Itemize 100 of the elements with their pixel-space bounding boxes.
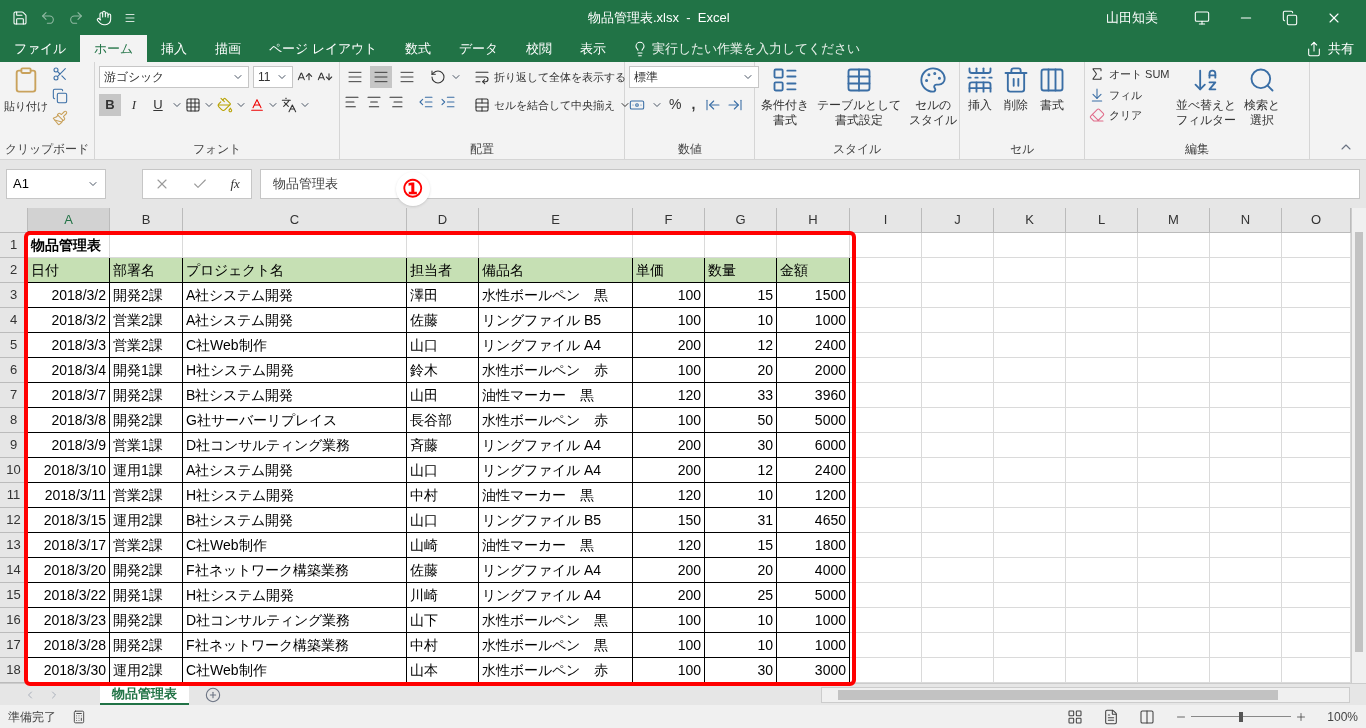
- sheet-tab[interactable]: 物品管理表: [100, 684, 189, 705]
- bold-button[interactable]: B: [99, 94, 121, 116]
- empty-cell[interactable]: [994, 308, 1066, 333]
- borders-icon[interactable]: [185, 97, 201, 113]
- cut-icon[interactable]: [52, 66, 68, 82]
- customize-toolbar-icon[interactable]: [124, 11, 136, 24]
- empty-cell[interactable]: [1066, 258, 1138, 283]
- empty-cell[interactable]: [1210, 508, 1282, 533]
- empty-cell[interactable]: [922, 483, 994, 508]
- insert-function-button[interactable]: fx: [230, 174, 240, 194]
- empty-cell[interactable]: [922, 433, 994, 458]
- empty-cell[interactable]: [994, 383, 1066, 408]
- empty-cell[interactable]: [1066, 333, 1138, 358]
- column-header[interactable]: F: [633, 208, 705, 233]
- empty-cell[interactable]: [922, 533, 994, 558]
- empty-cell[interactable]: [1066, 608, 1138, 633]
- empty-cell[interactable]: [1138, 383, 1210, 408]
- empty-cell[interactable]: [850, 458, 922, 483]
- share-button[interactable]: 共有: [1306, 35, 1354, 62]
- empty-cell[interactable]: [1210, 383, 1282, 408]
- align-center-icon[interactable]: [366, 94, 382, 110]
- empty-cell[interactable]: [1138, 308, 1210, 333]
- format-painter-icon[interactable]: [52, 110, 68, 126]
- empty-cell[interactable]: [994, 408, 1066, 433]
- column-header[interactable]: N: [1210, 208, 1282, 233]
- empty-cell[interactable]: [850, 558, 922, 583]
- empty-cell[interactable]: [1210, 233, 1282, 258]
- empty-cell[interactable]: [1066, 533, 1138, 558]
- empty-cell[interactable]: [850, 583, 922, 608]
- empty-cell[interactable]: [1138, 408, 1210, 433]
- cell-styles-button[interactable]: セルの スタイル: [907, 66, 959, 128]
- fill-button[interactable]: フィル: [1089, 86, 1170, 103]
- column-header[interactable]: C: [183, 208, 407, 233]
- phonetic-icon[interactable]: [281, 97, 297, 113]
- horizontal-scrollbar[interactable]: [821, 686, 1350, 703]
- format-button[interactable]: 書式: [1036, 66, 1068, 113]
- indent-decrease-icon[interactable]: [418, 94, 434, 110]
- autosum-button[interactable]: オート SUM: [1089, 66, 1170, 83]
- empty-cell[interactable]: [1138, 333, 1210, 358]
- sort-filter-button[interactable]: 並べ替えと フィルター: [1173, 66, 1238, 128]
- empty-cell[interactable]: [994, 458, 1066, 483]
- empty-cell[interactable]: [994, 283, 1066, 308]
- comma-button[interactable]: ,: [687, 94, 700, 115]
- empty-cell[interactable]: [1210, 433, 1282, 458]
- empty-cell[interactable]: [1066, 633, 1138, 658]
- macro-record-icon[interactable]: [72, 709, 86, 724]
- empty-cell[interactable]: [922, 408, 994, 433]
- empty-cell[interactable]: [1210, 558, 1282, 583]
- user-name[interactable]: 山田知美: [1106, 7, 1158, 28]
- empty-cell[interactable]: [922, 308, 994, 333]
- empty-cell[interactable]: [1210, 258, 1282, 283]
- column-header[interactable]: H: [777, 208, 850, 233]
- empty-cell[interactable]: [1210, 483, 1282, 508]
- align-left-icon[interactable]: [344, 94, 360, 110]
- empty-cell[interactable]: [1066, 458, 1138, 483]
- merge-center-button[interactable]: セルを結合して中央揃え: [474, 94, 631, 116]
- empty-cell[interactable]: [1066, 233, 1138, 258]
- percent-button[interactable]: %: [669, 94, 682, 115]
- empty-cell[interactable]: [1138, 483, 1210, 508]
- empty-cell[interactable]: [1066, 508, 1138, 533]
- italic-button[interactable]: I: [123, 94, 145, 116]
- empty-cell[interactable]: [994, 333, 1066, 358]
- zoom-slider[interactable]: [1191, 711, 1292, 722]
- empty-cell[interactable]: [1210, 583, 1282, 608]
- empty-cell[interactable]: [994, 483, 1066, 508]
- empty-cell[interactable]: [1210, 608, 1282, 633]
- normal-view-icon[interactable]: [1067, 708, 1084, 725]
- column-header[interactable]: L: [1066, 208, 1138, 233]
- empty-cell[interactable]: [1066, 308, 1138, 333]
- ribbon-tab[interactable]: ファイル: [0, 35, 80, 62]
- empty-cell[interactable]: [1066, 383, 1138, 408]
- column-header[interactable]: D: [407, 208, 479, 233]
- empty-cell[interactable]: [850, 433, 922, 458]
- align-right-icon[interactable]: [388, 94, 404, 110]
- page-break-icon[interactable]: [1139, 708, 1156, 725]
- name-box[interactable]: A1: [6, 169, 106, 199]
- ribbon-tab[interactable]: 校閲: [511, 35, 566, 62]
- ribbon-display-icon[interactable]: [1194, 9, 1210, 26]
- empty-cell[interactable]: [994, 233, 1066, 258]
- empty-cell[interactable]: [922, 458, 994, 483]
- empty-cell[interactable]: [1066, 358, 1138, 383]
- vertical-align-button[interactable]: [370, 66, 392, 88]
- empty-cell[interactable]: [1138, 433, 1210, 458]
- ribbon-tab[interactable]: 描画: [201, 35, 255, 62]
- column-header[interactable]: E: [479, 208, 633, 233]
- delete-button[interactable]: 削除: [1000, 66, 1032, 113]
- empty-cell[interactable]: [922, 233, 994, 258]
- empty-cell[interactable]: [1138, 233, 1210, 258]
- ribbon-tab[interactable]: ホーム: [80, 35, 147, 62]
- add-sheet-icon[interactable]: [205, 686, 221, 703]
- empty-cell[interactable]: [850, 383, 922, 408]
- empty-cell[interactable]: [922, 258, 994, 283]
- empty-cell[interactable]: [1210, 533, 1282, 558]
- fill-color-icon[interactable]: [217, 97, 233, 113]
- empty-cell[interactable]: [994, 508, 1066, 533]
- empty-cell[interactable]: [922, 358, 994, 383]
- empty-cell[interactable]: [994, 533, 1066, 558]
- empty-cell[interactable]: [850, 508, 922, 533]
- empty-cell[interactable]: [850, 358, 922, 383]
- column-header[interactable]: I: [850, 208, 922, 233]
